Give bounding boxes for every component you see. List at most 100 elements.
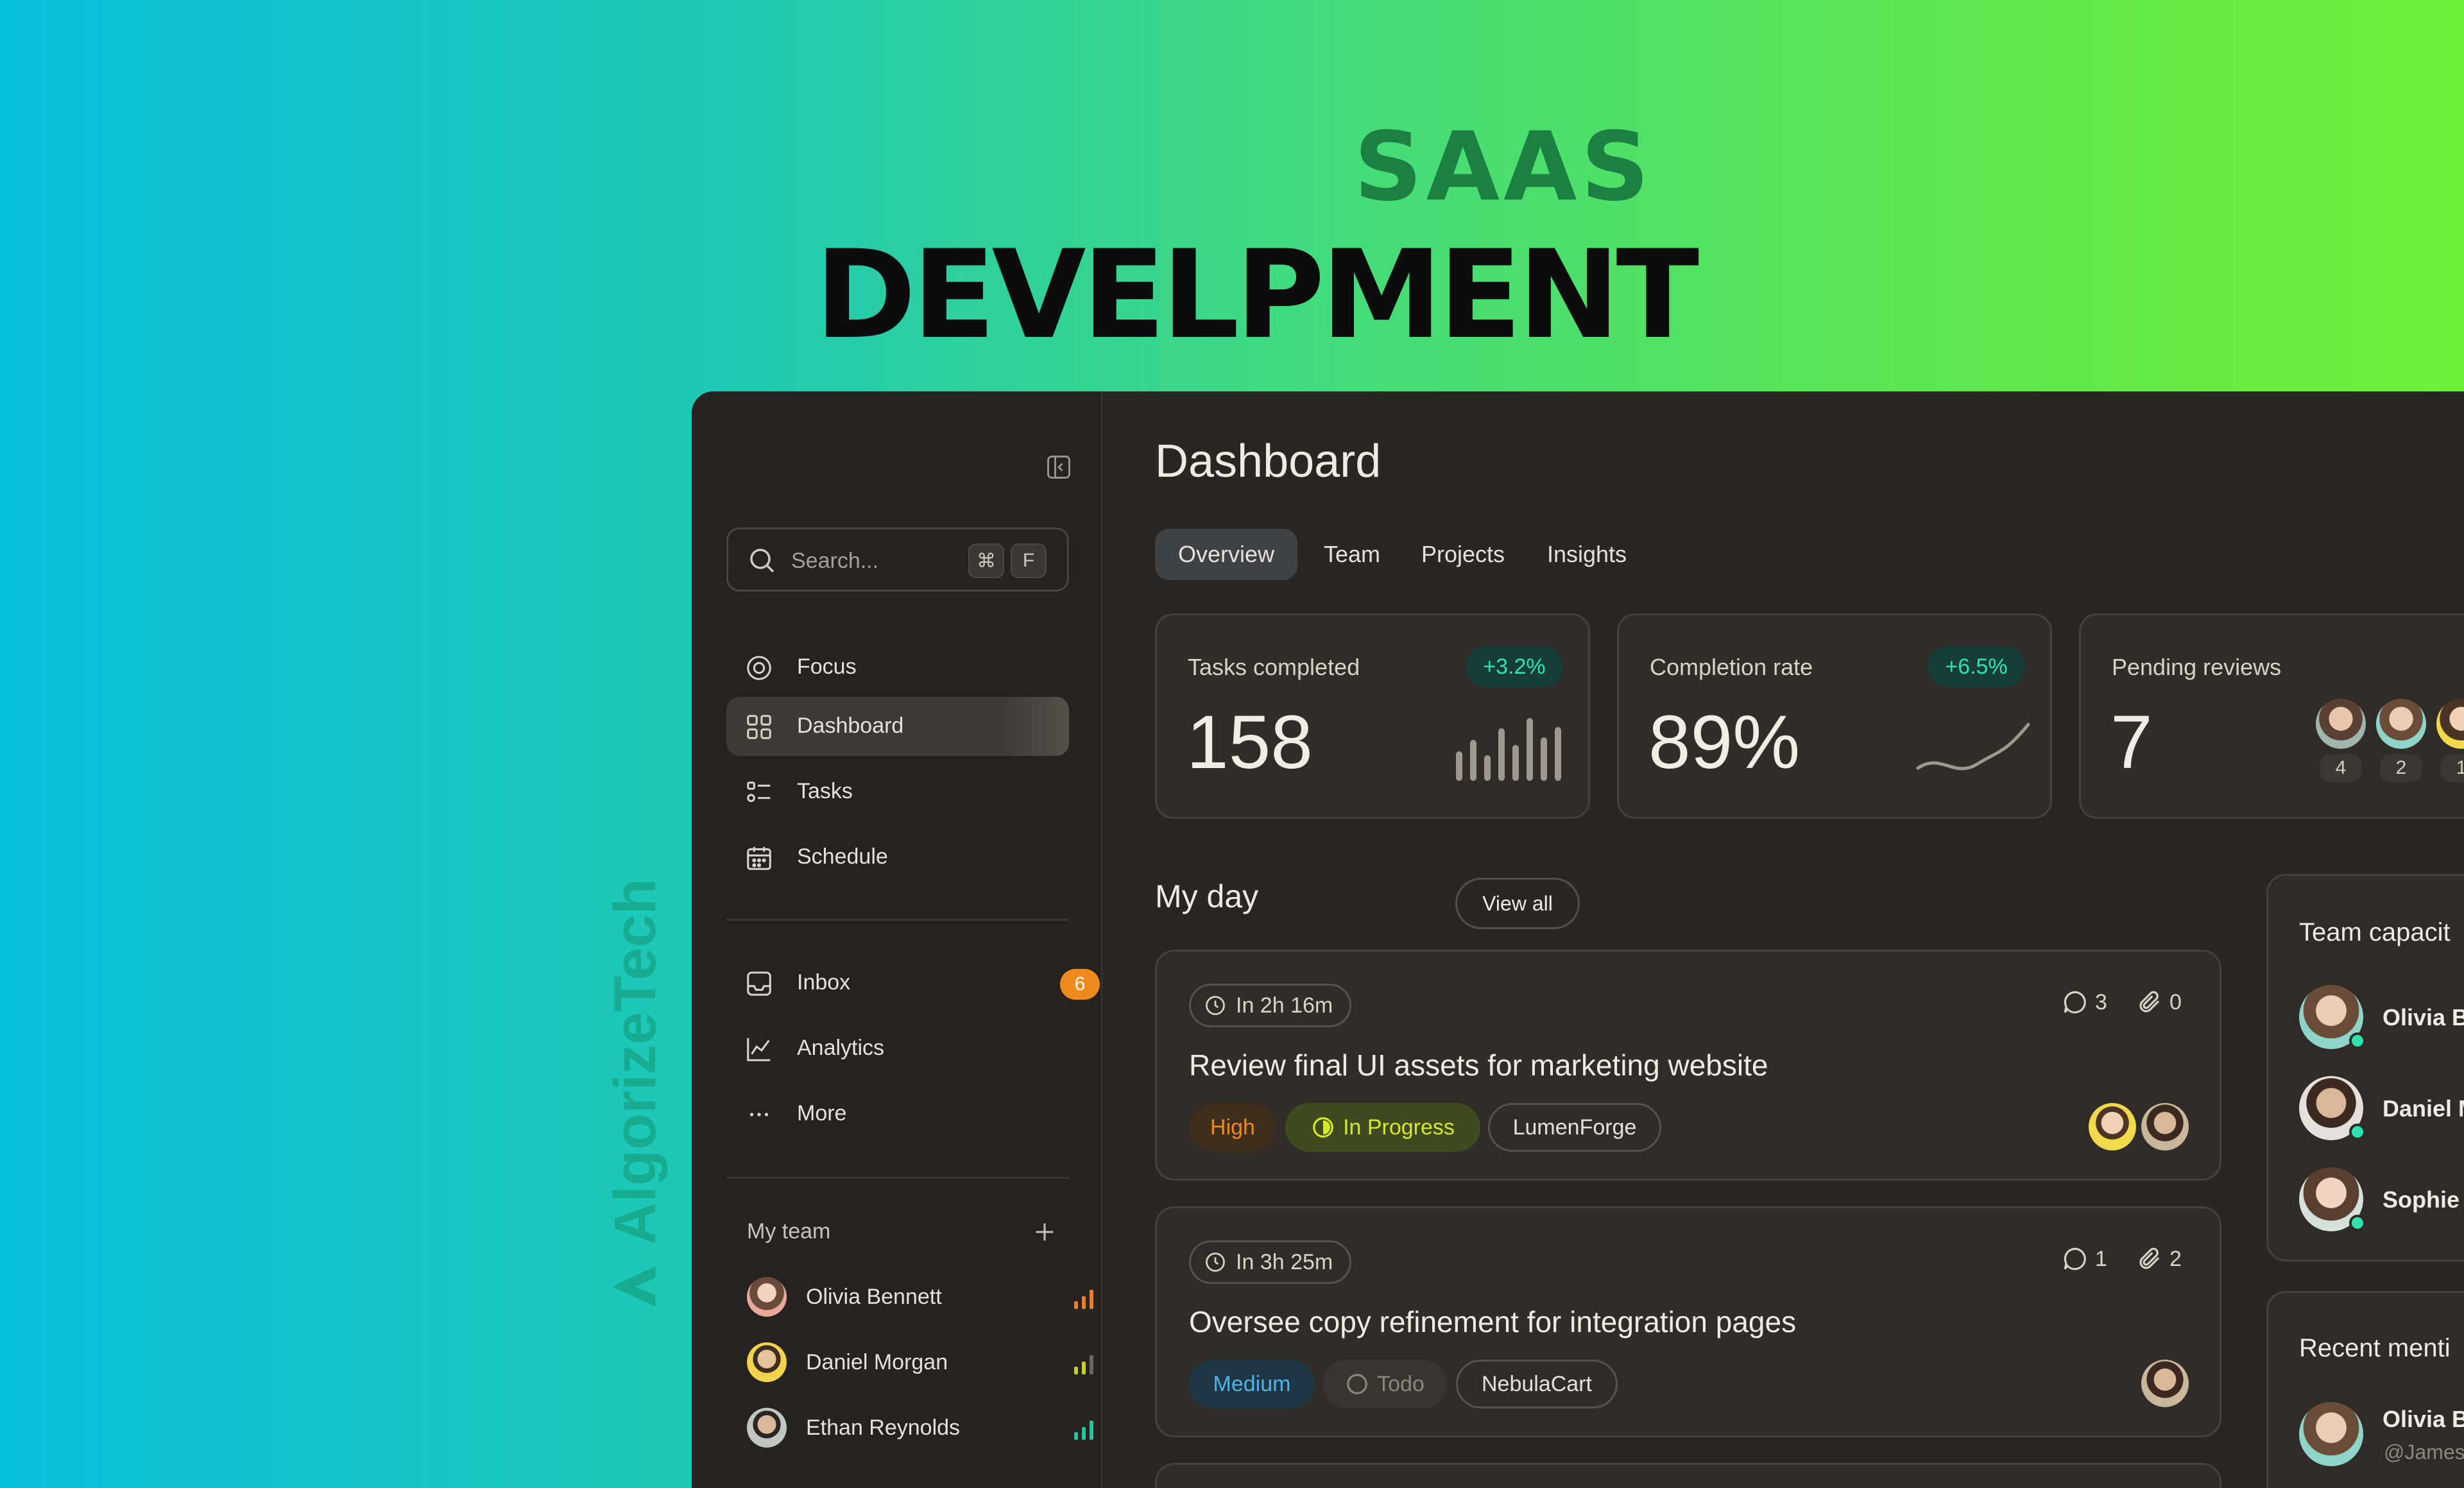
review-count-badge: 4 [2320,754,2362,782]
inbox-icon [747,971,771,996]
stat-card-pending-reviews[interactable]: Pending reviews 7 4 2 1 [2079,613,2464,819]
app-window: ⌘ F Focus Dashboard Tasks Schedule Inbox… [692,391,2464,1488]
avatar [2089,1103,2136,1150]
avatar [2141,1360,2189,1407]
sidebar-item-inbox[interactable]: Inbox 6 [726,954,1100,1013]
sidebar: ⌘ F Focus Dashboard Tasks Schedule Inbox… [692,391,1102,1488]
sidebar-item-focus[interactable]: Focus [726,638,1069,697]
inbox-count-badge: 6 [1060,969,1100,1000]
team-member-name: Daniel Morgan [806,1350,948,1374]
team-member-row[interactable]: Daniel Morgan [747,1340,1093,1385]
task-card[interactable]: In 3h 25m 1 2 Oversee copy refinement fo… [1155,1206,2221,1437]
brand-watermark: AlgorizeTech [602,815,668,1315]
stat-label: Completion rate [1650,654,1813,680]
team-member-row[interactable]: Ethan Reynolds [747,1405,1093,1450]
sidebar-divider [726,1177,1069,1179]
add-team-member-button[interactable] [1025,1213,1064,1251]
brand-watermark-text: AlgorizeTech [602,878,668,1245]
task-title: Review final UI assets for marketing web… [1189,1048,1768,1082]
tab-team[interactable]: Team [1310,529,1394,580]
stat-card-tasks-completed[interactable]: Tasks completed +3.2% 158 [1155,613,1590,819]
hero-title-development: DEVELPMENT [815,224,1699,366]
shortcut-f-key: F [1011,543,1047,578]
team-capacity-panel: Team capacit Olivia B Daniel M Sophie [2266,874,2464,1261]
sidebar-item-label: Dashboard [797,714,904,738]
due-time-text: In 2h 16m [1236,993,1333,1018]
tab-overview[interactable]: Overview [1155,529,1297,580]
stat-value: 89% [1648,700,1801,785]
task-card[interactable]: In 2h 16m 3 0 Review final UI assets for… [1155,950,2221,1181]
sidebar-item-label: Schedule [797,844,888,869]
tasks-icon [747,782,771,802]
stat-label: Pending reviews [2112,654,2282,680]
team-capacity-heading: Team capacit [2299,918,2451,946]
sidebar-item-label: Focus [797,654,857,679]
comment-count: 3 [2062,989,2107,1016]
online-status-dot [2349,1124,2366,1140]
stat-value: 7 [2110,700,2153,785]
sidebar-item-schedule[interactable]: Schedule [726,828,1069,887]
bar-sparkline-icon [1456,718,1561,781]
stat-card-completion-rate[interactable]: Completion rate +6.5% 89% [1617,613,2052,819]
hero-title-saas: SAAS [1354,112,1654,222]
attachment-count-text: 0 [2169,989,2182,1014]
half-circle-status-icon [1313,1117,1333,1138]
attachment-count: 0 [2136,989,2182,1016]
tab-projects[interactable]: Projects [1407,529,1519,580]
my-day-heading: My day [1155,878,1259,914]
attachment-count: 2 [2136,1245,2182,1272]
task-card[interactable] [1155,1463,2221,1488]
calendar-icon [747,846,771,870]
sidebar-item-analytics[interactable]: Analytics [726,1019,1069,1078]
team-member-name: Olivia Bennett [806,1285,942,1309]
team-member-name: Ethan Reynolds [806,1415,961,1440]
empty-circle-status-icon [1347,1374,1367,1394]
activity-bars-icon [1074,1355,1093,1374]
due-time-text: In 3h 25m [1236,1249,1333,1274]
activity-bars-icon [1074,1421,1093,1440]
page-title: Dashboard [1155,436,1382,487]
project-tag: LumenForge [1488,1103,1661,1152]
due-time-chip: In 3h 25m [1189,1240,1352,1284]
due-time-chip: In 2h 16m [1189,984,1352,1027]
stat-change-badge: +6.5% [1928,646,2024,687]
collapse-sidebar-button[interactable] [1040,448,1078,486]
tab-insights[interactable]: Insights [1534,529,1640,580]
team-member-row[interactable]: Olivia Bennett [747,1274,1093,1319]
my-team-heading: My team [747,1219,831,1244]
recent-mentions-panel: Recent menti Olivia B @James [2266,1291,2464,1488]
project-tag: NebulaCart [1456,1360,1618,1408]
avatar [2141,1103,2189,1150]
paperclip-icon [2139,1247,2160,1269]
capacity-member-row[interactable]: Sophie [2299,1167,2464,1231]
stat-label: Tasks completed [1188,654,1360,680]
online-status-dot [2349,1215,2366,1231]
avatar [2436,699,2464,749]
comment-count-text: 1 [2095,1246,2107,1271]
capacity-member-name: Sophie [2383,1186,2460,1213]
avatar [2316,699,2366,749]
focus-icon [747,656,771,680]
search-input[interactable] [790,542,953,579]
view-all-button[interactable]: View all [1455,878,1580,929]
trend-line-icon [1916,723,2030,771]
paperclip-icon [2139,991,2160,1013]
status-badge: In Progress [1285,1103,1480,1152]
capacity-member-row[interactable]: Olivia B [2299,985,2464,1049]
capacity-member-name: Olivia B [2383,1004,2464,1030]
analytics-icon [747,1038,771,1061]
sidebar-item-more[interactable]: More [726,1084,1069,1143]
search-icon [750,549,774,573]
status-text: Todo [1377,1371,1425,1396]
capacity-member-row[interactable]: Daniel M [2299,1076,2464,1140]
grid-icon [747,715,771,739]
shortcut-cmd-key: ⌘ [968,543,1004,578]
sidebar-item-label: More [797,1101,847,1125]
search-box[interactable]: ⌘ F [726,527,1069,592]
sidebar-item-tasks[interactable]: Tasks [726,762,1069,821]
stat-change-badge: +3.2% [1466,646,1562,687]
clock-icon [1206,996,1225,1015]
sidebar-item-label: Tasks [797,779,853,803]
avatar [2299,1402,2363,1466]
sidebar-item-dashboard[interactable]: Dashboard [726,697,1069,756]
